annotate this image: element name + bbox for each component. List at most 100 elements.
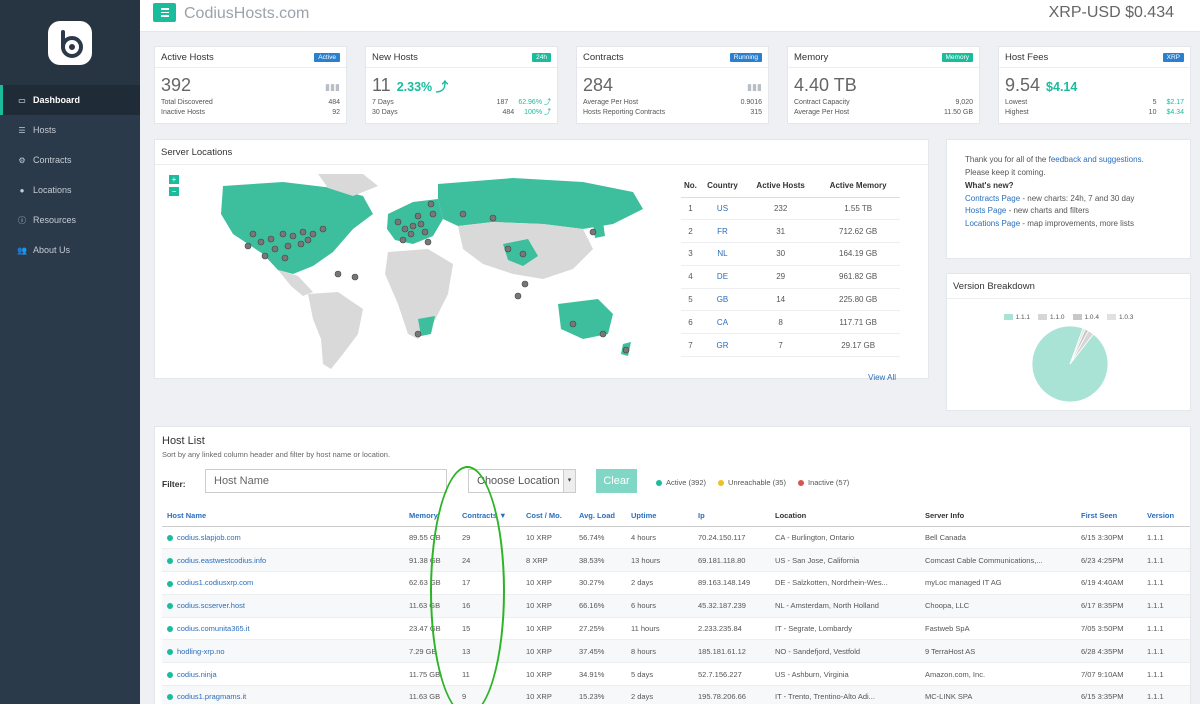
country-link[interactable]: US (699, 197, 746, 221)
zoom-out-button[interactable]: − (169, 187, 179, 196)
update-text: - new charts and filters (1006, 206, 1090, 215)
host-name-link[interactable]: codius1.codiusxrp.com (162, 571, 404, 595)
view-all-link[interactable]: View All (868, 373, 896, 382)
codius-logo-icon (48, 20, 92, 65)
table-row[interactable]: codius.scserver.host 11.63 GB 16 10 XRP 66.1… (162, 594, 1190, 618)
table-cell: 6 (681, 310, 700, 335)
table-cell: Choopa, LLC (920, 594, 1076, 618)
table-row[interactable]: codius.slapjob.com 89.55 GB 29 10 XRP 56.74%… (162, 526, 1190, 550)
column-header[interactable]: Memory (404, 506, 457, 527)
sidebar-item-dashboard[interactable]: ▭ Dashboard (0, 85, 140, 115)
host-name-link[interactable]: codius.scserver.host (162, 594, 404, 618)
column-header[interactable]: First Seen (1076, 506, 1142, 527)
sidebar-item-label: Contracts (33, 155, 72, 165)
table-row[interactable]: codius.comunita365.it 23.47 GB 15 10 XRP 27.… (162, 617, 1190, 641)
table-cell: 29 (457, 526, 521, 550)
table-cell: DE - Salzkotten, Nordrhein-Wes... (770, 571, 920, 595)
menu-toggle-button[interactable] (153, 3, 176, 22)
column-header[interactable]: Version (1142, 506, 1190, 527)
host-name: hodling-xrp.no (177, 646, 225, 656)
central-america-land (278, 270, 313, 296)
host-name-link[interactable]: codius.ninja (162, 662, 404, 687)
table-cell: 6/23 4:25PM (1076, 548, 1142, 573)
hosts-page-link[interactable]: Hosts Page (965, 206, 1006, 215)
memory-card: Memory Memory 4.40 TB Contract Capacity 9,… (787, 46, 980, 124)
contracts-page-link[interactable]: Contracts Page (965, 194, 1020, 203)
host-fees-card: Host Fees XRP 9.54 $4.14 Lowest 5 $2.17 High… (998, 46, 1191, 124)
table-cell: 11 hours (626, 617, 693, 641)
legend-label: Active (392) (666, 478, 707, 487)
table-cell: 11 (457, 662, 521, 687)
country-link[interactable]: DE (699, 265, 746, 289)
sidebar-item-locations[interactable]: ● Locations (0, 175, 140, 205)
status-dot-icon (167, 534, 173, 541)
country-link[interactable]: GR (699, 333, 746, 358)
version-pie-chart (1031, 325, 1109, 403)
country-link[interactable]: GB (699, 288, 746, 312)
country-link[interactable]: CA (699, 310, 746, 335)
legend-inactive[interactable]: Inactive (57) (797, 478, 849, 487)
world-map[interactable]: + − (163, 174, 663, 379)
sidebar: ▭ Dashboard ☰ Hosts ⚙ Contracts ● Locati… (0, 0, 140, 704)
table-cell: 15 (457, 617, 521, 641)
column-header[interactable]: Uptime (626, 506, 693, 527)
host-name-link[interactable]: codius1.pragmams.it (162, 685, 404, 704)
host-name-link[interactable]: codius.comunita365.it (162, 617, 404, 641)
legend-unreachable[interactable]: Unreachable (35) (718, 478, 786, 487)
table-row[interactable]: hodling-xrp.no 7.29 GB 13 10 XRP 37.45% 8 hou… (162, 639, 1190, 664)
host-name-link[interactable]: codius.eastwestcodius.info (162, 548, 404, 573)
clear-button[interactable]: Clear (596, 469, 637, 493)
logo[interactable] (0, 0, 140, 85)
sidebar-item-label: About Us (33, 245, 71, 255)
table-row[interactable]: codius1.pragmams.it 11.63 GB 9 10 XRP 15.23%… (162, 685, 1190, 704)
row-value: 0.9016 (740, 99, 762, 106)
column-header[interactable]: Contracts ▼ (457, 506, 521, 527)
host-name-link[interactable]: hodling-xrp.no (162, 639, 404, 664)
table-row[interactable]: codius.ninja 11.75 GB 11 10 XRP 34.91% 5 days… (162, 662, 1190, 687)
table-cell: 10 XRP (521, 617, 574, 641)
xrp-badge: XRP (1162, 52, 1184, 62)
host-name-link[interactable]: codius.slapjob.com (162, 526, 404, 550)
table-cell: Bell Canada (920, 526, 1076, 550)
table-cell: myLoc managed IT AG (920, 571, 1076, 595)
table-cell: 29.17 GB (816, 333, 900, 358)
site-title[interactable]: CodiusHosts.com (184, 5, 309, 23)
table-row[interactable]: codius.eastwestcodius.info 91.38 GB 24 8 XR… (162, 548, 1190, 573)
row-value: 484 (502, 109, 515, 116)
column-header[interactable]: Ip (693, 506, 770, 527)
country-link[interactable]: NL (699, 242, 746, 266)
table-cell: 13 hours (626, 548, 693, 573)
column-header[interactable]: Host Name (162, 506, 404, 527)
country-link[interactable]: FR (699, 219, 746, 244)
sidebar-item-hosts[interactable]: ☰ Hosts (0, 115, 140, 145)
table-cell: 1.1.1 (1142, 594, 1190, 618)
card-title: Host Fees (1005, 51, 1049, 63)
feedback-link[interactable]: feedback and suggestions (1049, 155, 1142, 164)
host-name-input[interactable] (205, 469, 447, 493)
bar-chart-icon: ▮▮▮ (747, 82, 762, 92)
table-cell: 8 hours (626, 639, 693, 664)
table-cell: 10 XRP (521, 662, 574, 687)
table-cell: 15.23% (574, 685, 626, 704)
locations-page-link[interactable]: Locations Page (965, 219, 1020, 228)
card-title: Memory (794, 51, 829, 63)
sidebar-item-label: Dashboard (33, 95, 81, 105)
table-cell: IT - Segrate, Lombardy (770, 617, 920, 641)
table-cell: 17 (457, 571, 521, 595)
country-row: 2 FR 31 712.62 GB (681, 219, 900, 244)
table-row[interactable]: codius1.codiusxrp.com 62.63 GB 17 10 XRP 30.… (162, 571, 1190, 595)
zoom-in-button[interactable]: + (169, 175, 179, 184)
column-header[interactable]: Cost / Mo. (521, 506, 574, 527)
location-select[interactable]: Choose Location ▾ (468, 469, 576, 493)
sidebar-item-contracts[interactable]: ⚙ Contracts (0, 145, 140, 175)
table-cell: 195.78.206.66 (693, 685, 770, 704)
table-cell: 6/15 3:30PM (1076, 526, 1142, 550)
sidebar-item-about-us[interactable]: 👥 About Us (0, 235, 140, 265)
table-cell: 6 hours (626, 594, 693, 618)
table-cell: 11.63 GB (404, 685, 457, 704)
column-header[interactable]: Avg. Load (574, 506, 626, 527)
row-value: 484 (328, 99, 340, 106)
host-list-title: Host List (162, 435, 205, 447)
sidebar-item-resources[interactable]: ⓘ Resources (0, 205, 140, 235)
legend-active[interactable]: Active (392) (656, 478, 706, 487)
